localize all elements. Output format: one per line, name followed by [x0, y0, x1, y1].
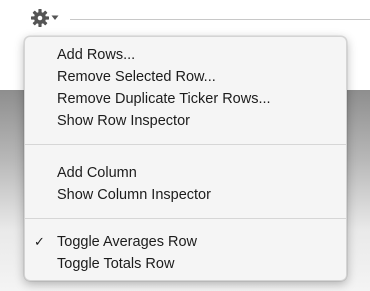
menu-item-label: Add Rows... [57, 47, 136, 63]
menu-item-label: Show Column Inspector [57, 187, 211, 203]
toolbar-divider [70, 19, 370, 20]
menu-item-show-column-inspector[interactable]: Show Column Inspector [25, 184, 346, 206]
menu-item-add-column[interactable]: Add Column [25, 162, 346, 184]
menu-separator [25, 218, 346, 219]
menu-item-label: Remove Duplicate Ticker Rows... [57, 91, 271, 107]
menu-item-remove-selected-row[interactable]: Remove Selected Row... [25, 66, 346, 88]
gear-icon [30, 8, 50, 28]
menu-item-label: Toggle Averages Row [57, 234, 197, 250]
checkmark-icon: ✓ [34, 234, 45, 249]
menu-item-remove-duplicate-ticker-rows[interactable]: Remove Duplicate Ticker Rows... [25, 88, 346, 110]
menu-item-toggle-averages-row[interactable]: ✓ Toggle Averages Row [25, 231, 346, 253]
toolbar [0, 0, 370, 40]
chevron-down-icon [51, 15, 59, 21]
menu-item-label: Remove Selected Row... [57, 69, 216, 85]
menu-separator [25, 144, 346, 145]
menu-item-label: Show Row Inspector [57, 113, 190, 129]
menu-item-show-row-inspector[interactable]: Show Row Inspector [25, 110, 346, 132]
action-dropdown-menu: Add Rows... Remove Selected Row... Remov… [24, 36, 347, 281]
menu-item-label: Add Column [57, 165, 137, 181]
action-menu-button[interactable] [22, 2, 66, 34]
menu-item-label: Toggle Totals Row [57, 256, 175, 272]
menu-item-add-rows[interactable]: Add Rows... [25, 44, 346, 66]
menu-item-toggle-totals-row[interactable]: Toggle Totals Row [25, 253, 346, 275]
